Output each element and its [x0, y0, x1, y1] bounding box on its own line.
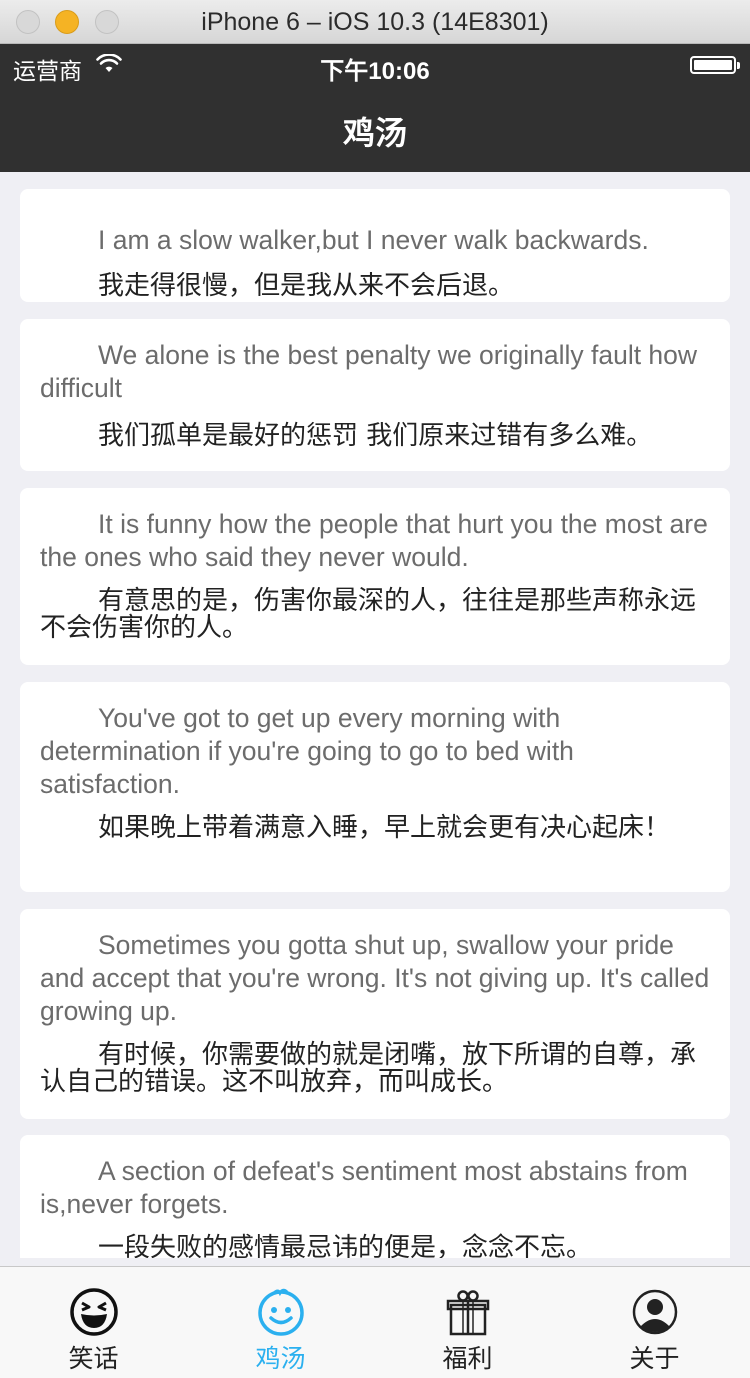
page-title: 鸡汤	[342, 114, 407, 152]
user-icon	[632, 1289, 677, 1335]
simulator-title-bar: iPhone 6 – iOS 10.3 (14E8301)	[0, 0, 750, 44]
tab-label: 笑话	[68, 1344, 119, 1373]
quote-english: It is funny how the people that hurt you…	[40, 509, 708, 572]
quote-chinese: 有意思的是，伤害你最深的人，往往是那些声称永远不会伤害你的人。	[40, 586, 697, 643]
quote-list[interactable]: I am a slow walker,but I never walk back…	[0, 172, 750, 1258]
gift-icon	[446, 1290, 489, 1336]
smiley-face-icon	[257, 1288, 304, 1336]
tab-soup[interactable]: 鸡汤	[187, 1267, 374, 1378]
tab-label: 关于	[629, 1344, 680, 1373]
quote-card[interactable]: It is funny how the people that hurt you…	[20, 488, 730, 665]
tab-label: 鸡汤	[255, 1344, 306, 1373]
quote-english: You've got to get up every morning with …	[40, 703, 574, 799]
quote-chinese: 我们孤单是最好的惩罚 我们原来过错有多么难。	[98, 421, 653, 451]
quote-chinese: 一段失败的感情最忌讳的便是，念念不忘。	[98, 1233, 593, 1259]
quote-english: Sometimes you gotta shut up, swallow you…	[40, 930, 710, 1026]
quote-card[interactable]: I am a slow walker,but I never walk back…	[20, 189, 730, 302]
quote-card[interactable]: You've got to get up every morning with …	[20, 682, 730, 892]
tab-about[interactable]: 关于	[561, 1267, 748, 1378]
tab-jokes[interactable]: 笑话	[0, 1267, 187, 1378]
quote-card[interactable]: A section of defeat's sentiment most abs…	[20, 1135, 730, 1258]
quote-card[interactable]: We alone is the best penalty we original…	[20, 319, 730, 471]
window-title: iPhone 6 – iOS 10.3 (14E8301)	[201, 8, 549, 36]
quote-chinese: 我走得很慢，但是我从来不会后退。	[98, 271, 515, 301]
tab-label: 福利	[442, 1344, 493, 1373]
quote-chinese: 如果晚上带着满意入睡，早上就会更有决心起床！	[98, 813, 671, 843]
app-header: 运营商 下午10:06 鸡汤	[0, 44, 750, 172]
laughing-face-icon	[69, 1288, 118, 1336]
quote-english: I am a slow walker,but I never walk back…	[98, 225, 649, 255]
tab-welfare[interactable]: 福利	[374, 1267, 561, 1378]
status-time: 下午10:06	[320, 58, 430, 85]
quote-card[interactable]: Sometimes you gotta shut up, swallow you…	[20, 909, 730, 1119]
quote-english: We alone is the best penalty we original…	[40, 340, 698, 403]
battery-icon	[690, 56, 740, 74]
tab-bar: 笑话 鸡汤 福利 关于	[0, 1266, 750, 1378]
quote-english: A section of defeat's sentiment most abs…	[40, 1156, 688, 1219]
quote-chinese: 有时候，你需要做的就是闭嘴，放下所谓的自尊，承认自己的错误。这不叫放弃，而叫成长…	[40, 1040, 697, 1097]
